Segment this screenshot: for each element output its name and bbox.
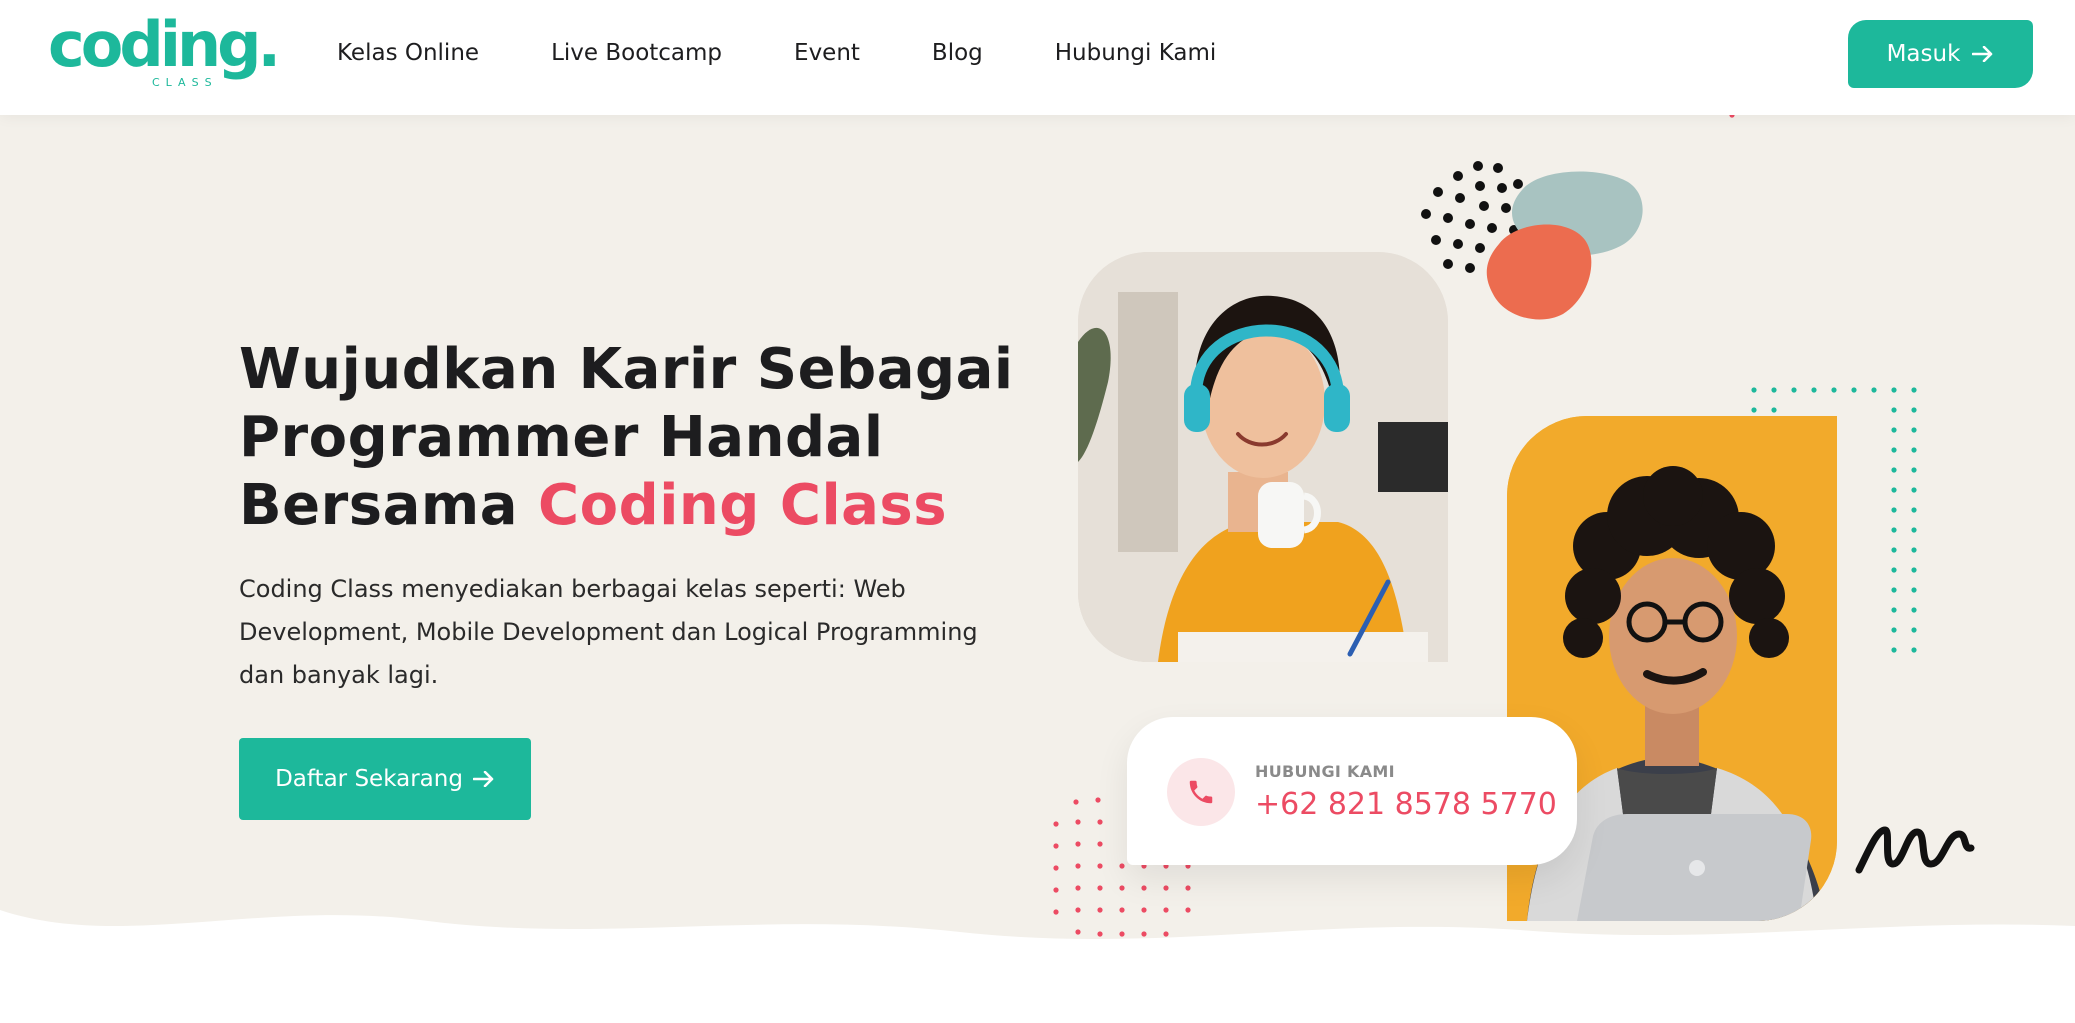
contact-label: HUBUNGI KAMI — [1255, 762, 1395, 781]
register-now-button[interactable]: Daftar Sekarang — [239, 738, 531, 820]
logo[interactable]: coding. CLASS — [48, 8, 281, 89]
nav-event[interactable]: Event — [794, 40, 860, 66]
nav-live-bootcamp[interactable]: Live Bootcamp — [551, 40, 722, 66]
main-nav: Kelas Online Live Bootcamp Event Blog Hu… — [337, 40, 1216, 66]
login-button-label: Masuk — [1886, 41, 1961, 67]
nav-hubungi-kami[interactable]: Hubungi Kami — [1055, 40, 1217, 66]
hero-title-line2: Programmer Handal — [239, 405, 884, 470]
bottom-wave-decoration — [0, 910, 2075, 1023]
hero-description: Coding Class menyediakan berbagai kelas … — [239, 575, 978, 689]
contact-card[interactable]: HUBUNGI KAMI +62 821 8578 5770 — [1127, 717, 1577, 865]
woman-illustration — [1078, 252, 1448, 662]
contact-phone-number[interactable]: +62 821 8578 5770 — [1255, 787, 1557, 822]
navbar: coding. CLASS Kelas Online Live Bootcamp… — [0, 0, 2075, 115]
squiggle-decoration — [1855, 826, 1975, 874]
nav-blog[interactable]: Blog — [932, 40, 983, 66]
login-button[interactable]: Masuk — [1848, 20, 2033, 88]
phone-icon-circle — [1167, 758, 1235, 826]
arrow-right-icon — [1972, 46, 1993, 62]
landing-page: coding. CLASS Kelas Online Live Bootcamp… — [0, 0, 2075, 1023]
hero-title-line1: Wujudkan Karir Sebagai — [239, 337, 1014, 402]
hero-title-line3: Bersama — [239, 473, 519, 538]
arrow-right-icon — [472, 771, 494, 787]
nav-kelas-online[interactable]: Kelas Online — [337, 40, 479, 66]
phone-icon — [1189, 780, 1213, 804]
logo-subtext: CLASS — [152, 76, 218, 89]
woman-with-headphones-photo — [1078, 252, 1448, 662]
register-now-label: Daftar Sekarang — [275, 766, 463, 792]
hero-title: Wujudkan Karir Sebagai Programmer Handal… — [239, 336, 1099, 540]
hero-title-highlight: Coding Class — [538, 473, 948, 538]
orange-blob-decoration — [1486, 224, 1592, 320]
logo-wordmark: coding. — [48, 8, 281, 81]
